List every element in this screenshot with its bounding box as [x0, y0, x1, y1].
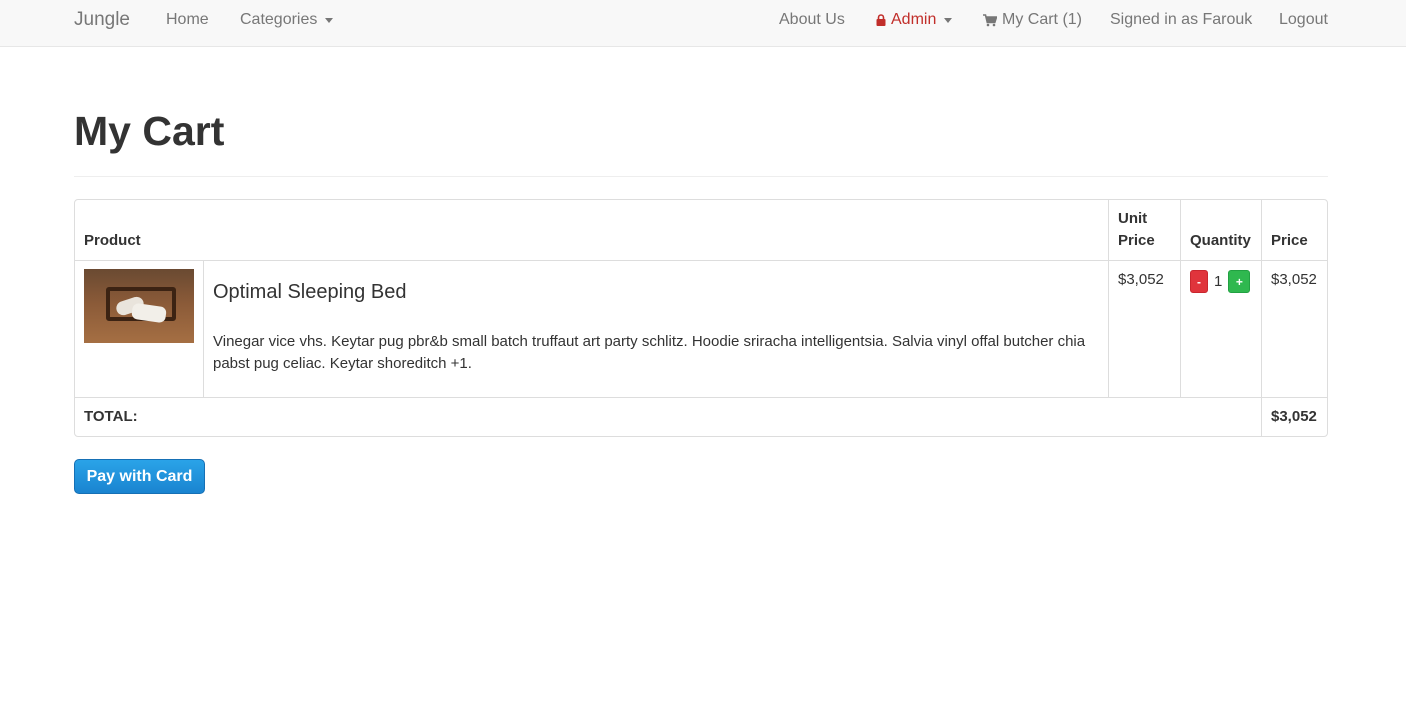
total-label: TOTAL:	[84, 408, 138, 425]
pay-with-card-button[interactable]: Pay with Card	[74, 459, 205, 494]
header-product: Product	[84, 232, 141, 249]
table-row: Optimal Sleeping Bed Vinegar vice vhs. K…	[75, 261, 1327, 398]
unit-price-cell: $3,052	[1108, 261, 1180, 397]
nav-admin-dropdown[interactable]: Admin	[876, 0, 953, 40]
table-header-row: Product Unit Price Quantity Price	[75, 200, 1327, 261]
quantity-value: 1	[1214, 272, 1223, 290]
line-price-cell: $3,052	[1261, 261, 1327, 397]
quantity-cell: - 1 +	[1180, 261, 1261, 397]
product-details-cell: Optimal Sleeping Bed Vinegar vice vhs. K…	[203, 261, 1108, 397]
header-unit-price: Unit Price	[1108, 200, 1180, 260]
quantity-stepper: - 1 +	[1190, 270, 1252, 293]
decrease-quantity-button[interactable]: -	[1190, 270, 1208, 293]
total-row: TOTAL: $3,052	[75, 398, 1327, 436]
lock-icon	[876, 14, 886, 26]
product-image[interactable]	[84, 269, 194, 343]
product-image-cell	[75, 261, 203, 397]
increase-quantity-button[interactable]: +	[1228, 270, 1251, 293]
nav-about[interactable]: About Us	[779, 0, 845, 40]
product-name: Optimal Sleeping Bed	[213, 281, 407, 303]
total-value: $3,052	[1261, 398, 1327, 436]
header-quantity: Quantity	[1180, 200, 1261, 260]
nav-categories-label: Categories	[240, 11, 318, 28]
nav-logout[interactable]: Logout	[1279, 0, 1328, 40]
nav-cart[interactable]: My Cart (1)	[983, 0, 1082, 40]
cart-table: Product Unit Price Quantity Price Optima…	[74, 199, 1328, 437]
navbar: Jungle Home Categories About Us Admin My…	[0, 0, 1406, 47]
title-divider	[74, 176, 1328, 177]
page-title: My Cart	[74, 108, 225, 154]
header-price: Price	[1261, 200, 1327, 260]
nav-cart-label: My Cart (1)	[1002, 11, 1082, 28]
caret-down-icon	[944, 17, 953, 23]
product-description: Vinegar vice vhs. Keytar pug pbr&b small…	[213, 333, 1086, 372]
brand-link[interactable]: Jungle	[74, 0, 130, 40]
signed-in-text: Signed in as Farouk	[1110, 11, 1253, 28]
nav-home[interactable]: Home	[166, 0, 209, 40]
cart-icon	[983, 13, 997, 26]
nav-admin-label: Admin	[891, 11, 937, 28]
caret-down-icon	[325, 17, 334, 23]
nav-categories-dropdown[interactable]: Categories	[240, 0, 334, 40]
